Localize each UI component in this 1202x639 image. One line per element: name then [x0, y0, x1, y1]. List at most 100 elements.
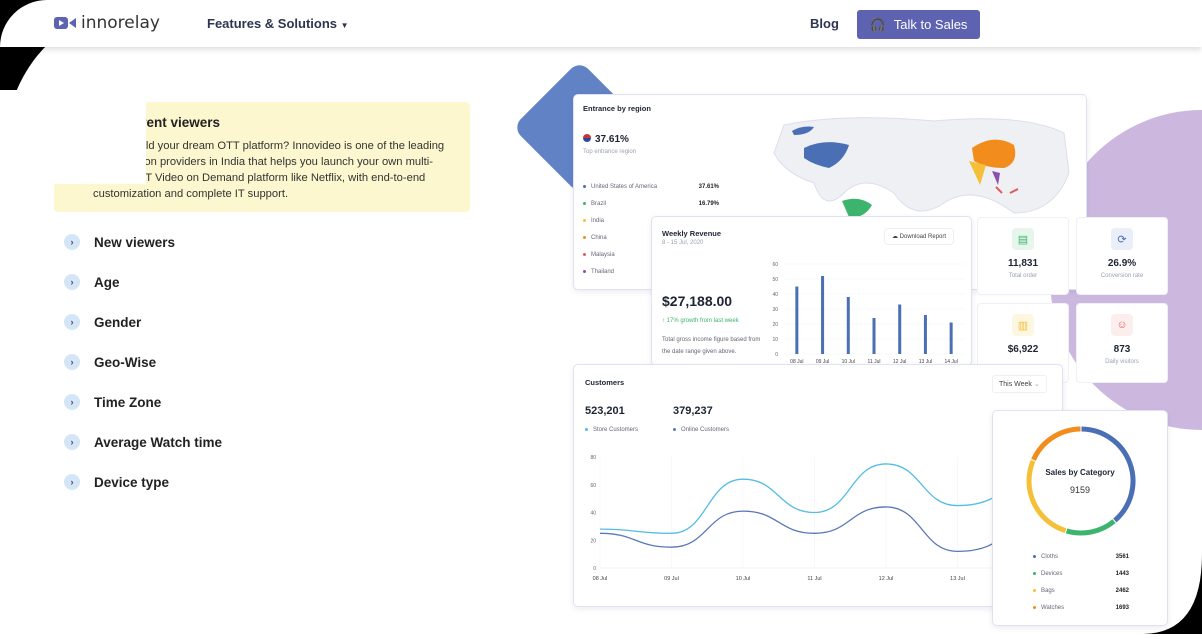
chevron-right-icon: ›: [64, 394, 80, 410]
bar: [846, 297, 850, 354]
accordion-item-label: Average Watch time: [94, 434, 223, 450]
period-select[interactable]: This Week ⌄: [992, 375, 1047, 393]
revenue-amount: $27,188.00: [662, 293, 733, 309]
category-name: Cloths: [1041, 553, 1059, 560]
region-name: Thailand: [591, 268, 615, 275]
region-value: 37.61%: [698, 183, 719, 190]
y-tick-label: 30: [772, 307, 778, 313]
online-value: 379,237: [673, 405, 713, 417]
stat-icon: ☺: [1111, 314, 1133, 336]
revenue-growth: ↑ 17% growth from last week: [662, 318, 739, 324]
accordion-item[interactable]: › New viewers: [64, 234, 175, 250]
sales-total: 9159: [1069, 485, 1091, 495]
accordion-item-label: Device type: [94, 474, 170, 490]
chevron-right-icon: ›: [64, 354, 80, 370]
y-tick-label: 40: [772, 292, 778, 298]
series-line: [599, 506, 1018, 553]
region-row: United States of America 37.61%: [583, 178, 719, 195]
logo-text: innorelay: [81, 13, 160, 33]
category-name: Bags: [1041, 587, 1055, 594]
series-line: [599, 463, 1018, 534]
accordion-item[interactable]: › Time Zone: [64, 394, 161, 410]
y-tick-label: 60: [772, 262, 778, 268]
y-tick-label: 60: [590, 483, 596, 489]
bar: [923, 315, 927, 354]
region-name: India: [591, 217, 605, 224]
x-tick-label: 09 Jul: [664, 576, 679, 582]
category-value: 2462: [1115, 587, 1129, 594]
legend-dot: [583, 236, 586, 239]
legend-dot: [1033, 589, 1036, 592]
bar: [821, 276, 825, 354]
weekly-revenue-card: Weekly Revenue 8 - 15 Jul, 2020 ☁ Downlo…: [651, 216, 972, 366]
region-name: Malaysia: [591, 251, 615, 258]
chevron-down-icon: ⌄: [1033, 381, 1040, 388]
accordion-item[interactable]: › Average Watch time: [64, 434, 222, 450]
camera-icon: [54, 17, 76, 29]
legend-dot: [1033, 572, 1036, 575]
legend-dot: [673, 428, 676, 431]
sales-row: Devices 1443: [1033, 565, 1129, 582]
revenue-title: Weekly Revenue: [662, 229, 722, 238]
screen-corner: [1142, 554, 1202, 634]
logo[interactable]: innorelay: [54, 13, 160, 33]
y-tick-label: 0: [775, 352, 778, 358]
sales-row: Cloths 3561: [1033, 548, 1129, 565]
region-name: Brazil: [591, 200, 607, 207]
accordion-item[interactable]: › Geo-Wise: [64, 354, 156, 370]
revenue-bar-chart: 010203040506008 Jul 09 Jul 10 Jul 11 Jul 12 …: [772, 262, 964, 365]
legend-dot: [1033, 606, 1036, 609]
y-tick-label: 50: [772, 277, 778, 283]
sales-donut-chart: [1026, 426, 1136, 536]
stat-value: 26.9%: [1107, 258, 1137, 269]
region-title: Entrance by region: [583, 104, 651, 113]
nav-blog[interactable]: Blog: [810, 16, 839, 31]
download-report-button[interactable]: ☁ Download Report: [884, 228, 955, 245]
online-label: Online Customers: [681, 426, 730, 433]
category-name: Watches: [1041, 604, 1065, 611]
y-tick-label: 80: [590, 455, 596, 461]
period-label: This Week: [999, 381, 1032, 388]
category-name: Devices: [1041, 570, 1063, 577]
stat-label: Total order: [1008, 273, 1038, 279]
accordion-item[interactable]: › Gender: [64, 314, 141, 330]
bar: [872, 318, 876, 354]
world-map: [773, 117, 1070, 218]
legend-dot: [1033, 555, 1036, 558]
revenue-dates: 8 - 15 Jul, 2020: [662, 240, 704, 246]
stat-card: ▤ 11,831 Total order: [977, 217, 1069, 295]
accordion-body: How to build your dream OTT platform? In…: [93, 140, 445, 200]
headset-icon: 🎧: [869, 16, 886, 32]
region-value: 16.79%: [698, 200, 719, 207]
cloud-download-icon: ☁: [892, 234, 898, 240]
accordion-item[interactable]: › Age: [64, 274, 120, 290]
legend-dot: [583, 219, 586, 222]
accordion-item-label: Age: [94, 274, 120, 290]
stat-icon: ⟳: [1111, 228, 1133, 250]
top-value: 37.61%: [595, 134, 629, 145]
store-label: Store Customers: [593, 426, 639, 433]
stat-value: $6,922: [1007, 344, 1039, 355]
legend-dot: [583, 185, 586, 188]
stat-icon: ▥: [1012, 314, 1034, 336]
category-value: 3561: [1115, 553, 1129, 560]
customers-title: Customers: [585, 378, 625, 387]
stat-label: Conversion rate: [1100, 273, 1144, 279]
nav-features[interactable]: Features & Solutions ▼: [207, 16, 349, 31]
y-tick-label: 20: [590, 538, 596, 544]
chevron-right-icon: ›: [64, 314, 80, 330]
store-value: 523,201: [585, 405, 625, 417]
category-value: 1693: [1115, 604, 1129, 611]
accordion-item[interactable]: › Device type: [64, 474, 169, 490]
accordion-item-label: Gender: [94, 314, 142, 330]
caret-down-icon: ▼: [340, 21, 349, 30]
growth-text: 17% growth from last week: [666, 318, 739, 324]
bar: [795, 286, 799, 354]
stat-card: ⟳ 26.9% Conversion rate: [1076, 217, 1168, 295]
region-name: China: [591, 234, 607, 241]
chevron-right-icon: ›: [64, 234, 80, 250]
category-value: 1443: [1115, 570, 1129, 577]
talk-to-sales-button[interactable]: 🎧 Talk to Sales: [857, 10, 980, 39]
region-top-label: Top entrance region: [583, 149, 637, 155]
stat-icon: ▤: [1012, 228, 1034, 250]
